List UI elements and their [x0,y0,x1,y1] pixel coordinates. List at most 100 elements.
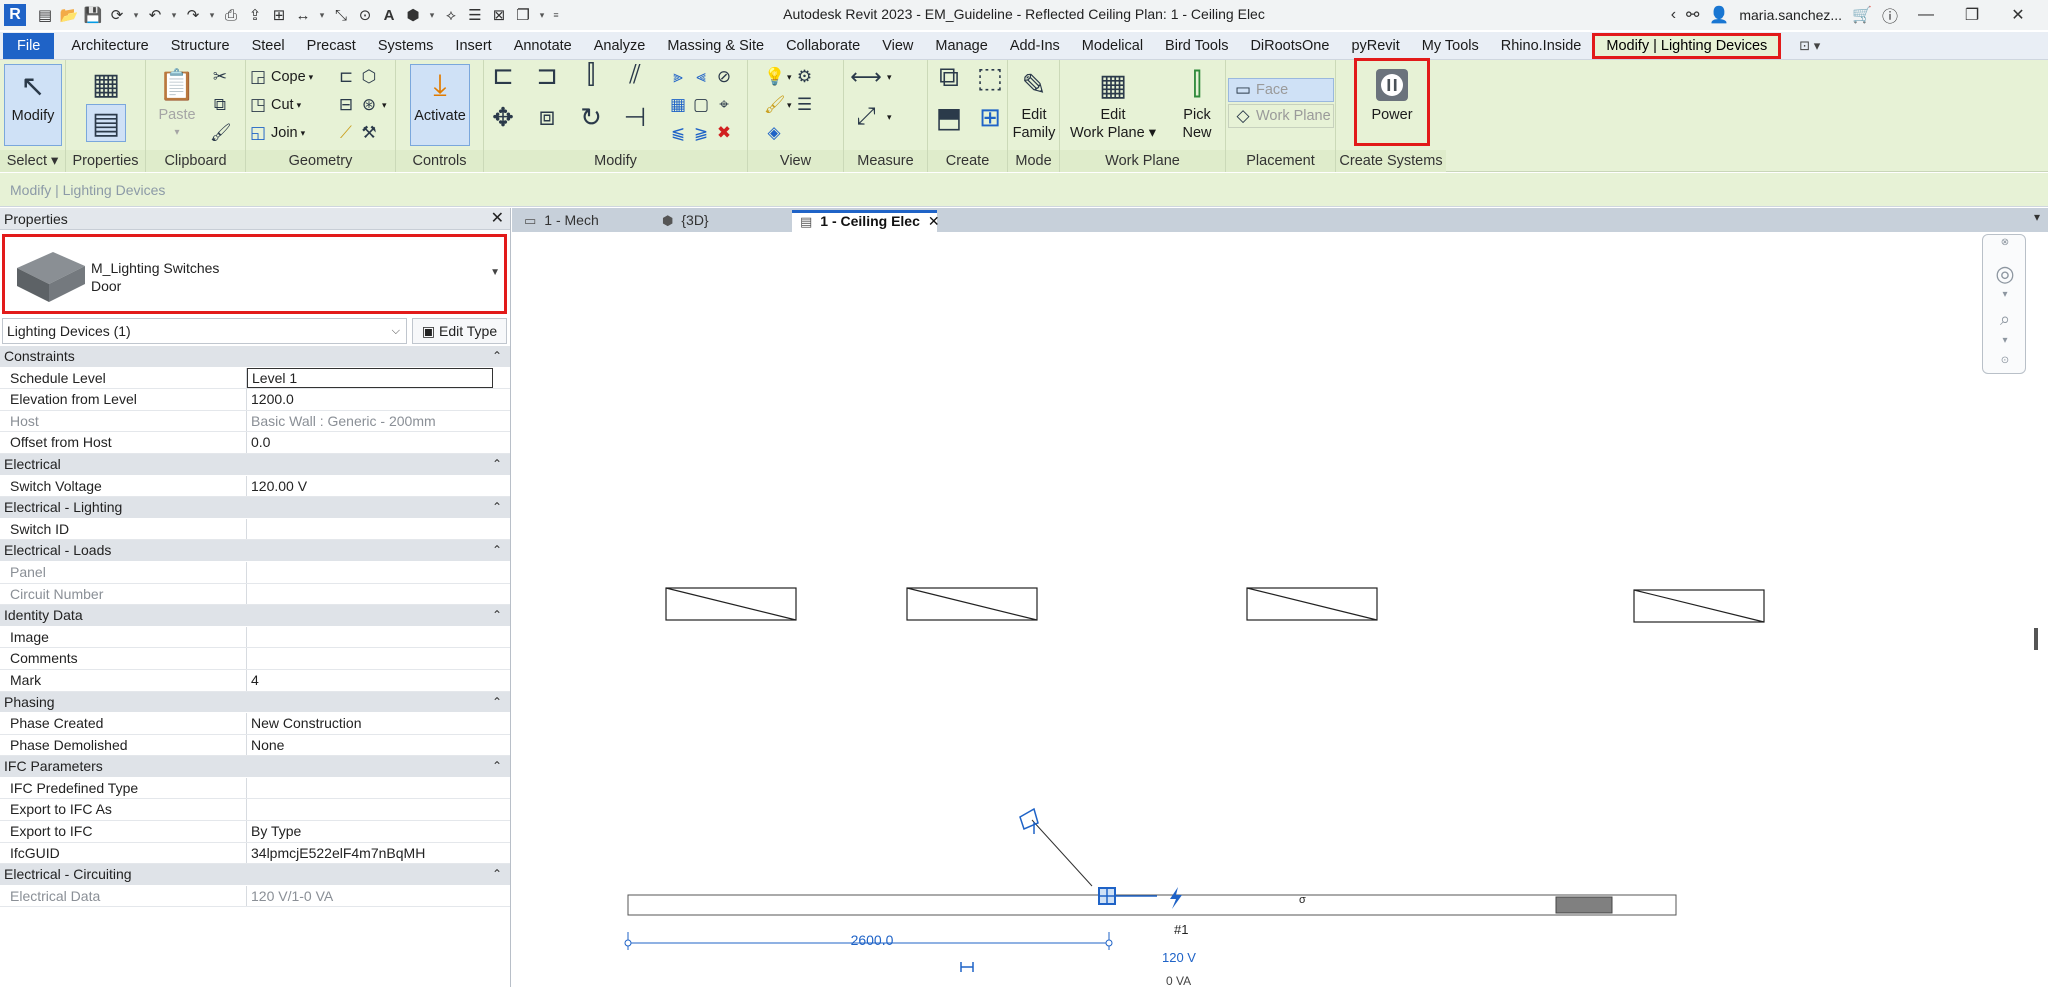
tab-annotate[interactable]: Annotate [503,33,583,59]
unpin-icon[interactable]: ⊘ [714,67,734,87]
align-icon[interactable]: ⊏ [486,60,520,91]
property-group[interactable]: Electrical ⌃ [0,453,510,476]
chevron-left-icon[interactable]: ‹ [1671,6,1676,24]
restore-icon[interactable]: ❐ [1954,5,1990,25]
activate-button[interactable]: ⤓ Activate [410,64,470,146]
view-tab[interactable]: ⬢ {3D} [654,210,781,232]
close-icon[interactable]: ✕ [491,208,504,230]
sync-icon[interactable]: ⟳ [106,4,128,26]
collapse-icon[interactable]: ⌃ [492,454,502,475]
instance-filter-select[interactable]: Lighting Devices (1) ⌵ [2,318,407,344]
chevron-down-icon[interactable]: ▾ [168,4,180,26]
property-value[interactable] [247,648,493,669]
home-icon[interactable]: ▤ [34,4,56,26]
property-group[interactable]: IFC Parameters ⌃ [0,756,510,778]
tab-bird-tools[interactable]: Bird Tools [1154,33,1239,59]
tab-manage[interactable]: Manage [924,33,998,59]
switch-windows-icon[interactable]: ❐ [512,4,534,26]
property-value[interactable]: 120.00 V [247,476,493,497]
chevron-down-icon[interactable]: ▾ [316,4,328,26]
property-group[interactable]: Phasing ⌃ [0,691,510,714]
collapse-icon[interactable]: ⌃ [492,756,502,777]
face-button[interactable]: ▭ Face [1228,78,1334,102]
copy-button[interactable]: ⧉ [210,92,230,118]
collapse-icon[interactable]: ⌃ [492,605,502,626]
property-group[interactable]: Identity Data ⌃ [0,605,510,627]
print-icon[interactable]: ⎙ [220,4,242,26]
tab-insert[interactable]: Insert [444,33,502,59]
property-value[interactable]: Level 1 [247,367,493,388]
modify-button[interactable]: ↖ Modify [4,64,62,146]
tab-modify-lighting-devices[interactable]: Modify | Lighting Devices [1592,33,1782,59]
close-icon[interactable]: ⊗ [1983,237,2027,248]
view-tab[interactable]: ▭ 1 - Mech [516,210,645,232]
property-value[interactable] [247,778,493,799]
ribbon-display-toggle-icon[interactable]: ⊡ ▾ [1799,33,1820,59]
create-part-icon[interactable]: ⧉ [930,61,968,94]
geometry-tool-2[interactable]: ⊟ ⊛ ▾ [336,92,387,118]
open-icon[interactable]: 📂 [58,4,80,26]
property-value[interactable]: 1200.0 [247,389,493,410]
collapse-icon[interactable]: ⌃ [492,864,502,885]
export-icon[interactable]: ⇪ [244,4,266,26]
light-fixture[interactable] [906,587,1038,621]
offset-multiple-icon[interactable]: ⫺ [691,123,711,143]
edit-work-plane-button[interactable]: ▦ Edit Work Plane ▾ [1068,64,1158,146]
zoom-icon[interactable]: ⌕ [1983,309,2027,330]
property-value[interactable]: 34lpmcjE522elF4m7nBqMH [247,843,493,864]
select-panel-label[interactable]: Select ▾ [0,150,65,172]
mirror-axis-icon[interactable]: ⫿ [574,59,608,91]
text-icon[interactable]: A [378,4,400,26]
create-group-icon[interactable]: ⬒ [930,101,968,134]
align-dimension-icon[interactable]: ↔ [292,4,314,26]
help-icon[interactable]: ⓘ [1882,3,1898,27]
light-fixture[interactable] [1633,589,1765,623]
tab-precast[interactable]: Precast [296,33,367,59]
user-icon[interactable]: 👤 [1709,5,1729,25]
close-icon[interactable]: ✕ [2000,5,2036,25]
tab-systems[interactable]: Systems [367,33,445,59]
property-group[interactable]: Electrical - Circuiting ⌃ [0,864,510,886]
type-selector[interactable]: M_Lighting Switches Door ▼ [2,234,507,314]
measure-distance-button[interactable]: ⟷ ▾ [848,64,891,90]
match-properties-button[interactable]: 🖌 [210,120,232,146]
paste-button[interactable]: 📋 Paste ▾ [152,64,202,146]
offset-icon[interactable]: ⊐ [530,60,564,91]
split-icon[interactable]: ⫸ [668,67,688,87]
tab-analyze[interactable]: Analyze [583,33,657,59]
tab-structure[interactable]: Structure [160,33,241,59]
geometry-tool-3[interactable]: ⟋ ⚒ [336,120,379,146]
mirror-draw-icon[interactable]: ⫽ [618,59,652,91]
chevron-down-icon[interactable]: ▾ [130,4,142,26]
array-icon[interactable]: ▦ [668,95,688,115]
trim-icon[interactable]: ⊣ [618,102,652,133]
property-value[interactable]: 4 [247,670,493,691]
tag-icon[interactable]: ⊙ [354,4,376,26]
move-icon[interactable]: ✥ [486,102,520,133]
measure-icon[interactable]: ⊞ [268,4,290,26]
view-filter-icon[interactable]: ⚙ [795,67,815,87]
cut-clipboard-button[interactable]: ✂ [210,64,230,90]
properties-icon[interactable]: ▤ [86,104,126,142]
tab-massing-site[interactable]: Massing & Site [656,33,775,59]
tab-my-tools[interactable]: My Tools [1411,33,1490,59]
property-value[interactable] [247,627,493,648]
minimize-icon[interactable]: — [1908,6,1944,24]
chevron-down-icon[interactable]: ▾ [206,4,218,26]
scale-icon[interactable]: ▢ [691,95,711,115]
property-group[interactable]: Electrical - Loads ⌃ [0,540,510,562]
wall[interactable] [627,894,1677,916]
tab-modelical[interactable]: Modelical [1071,33,1154,59]
lightbulb-icon[interactable]: 💡 [764,67,785,87]
drawing-canvas[interactable]: σ 2600.0 #1 120 V 0 VA [512,232,2048,987]
create-assembly-icon[interactable]: ⬚ [971,61,1009,94]
user-name[interactable]: maria.sanchez... [1739,7,1842,23]
dimension-value[interactable]: 2600.0 [832,932,912,948]
close-hidden-icon[interactable]: ⊠ [488,4,510,26]
pin-icon[interactable]: ⌖ [714,95,734,115]
tab-architecture[interactable]: Architecture [60,33,159,59]
collapse-icon[interactable]: ⌃ [492,497,502,518]
type-properties-button[interactable]: ▦ ▤ [78,64,134,146]
collapse-icon[interactable]: ⌃ [492,692,502,713]
property-value[interactable] [247,799,493,820]
